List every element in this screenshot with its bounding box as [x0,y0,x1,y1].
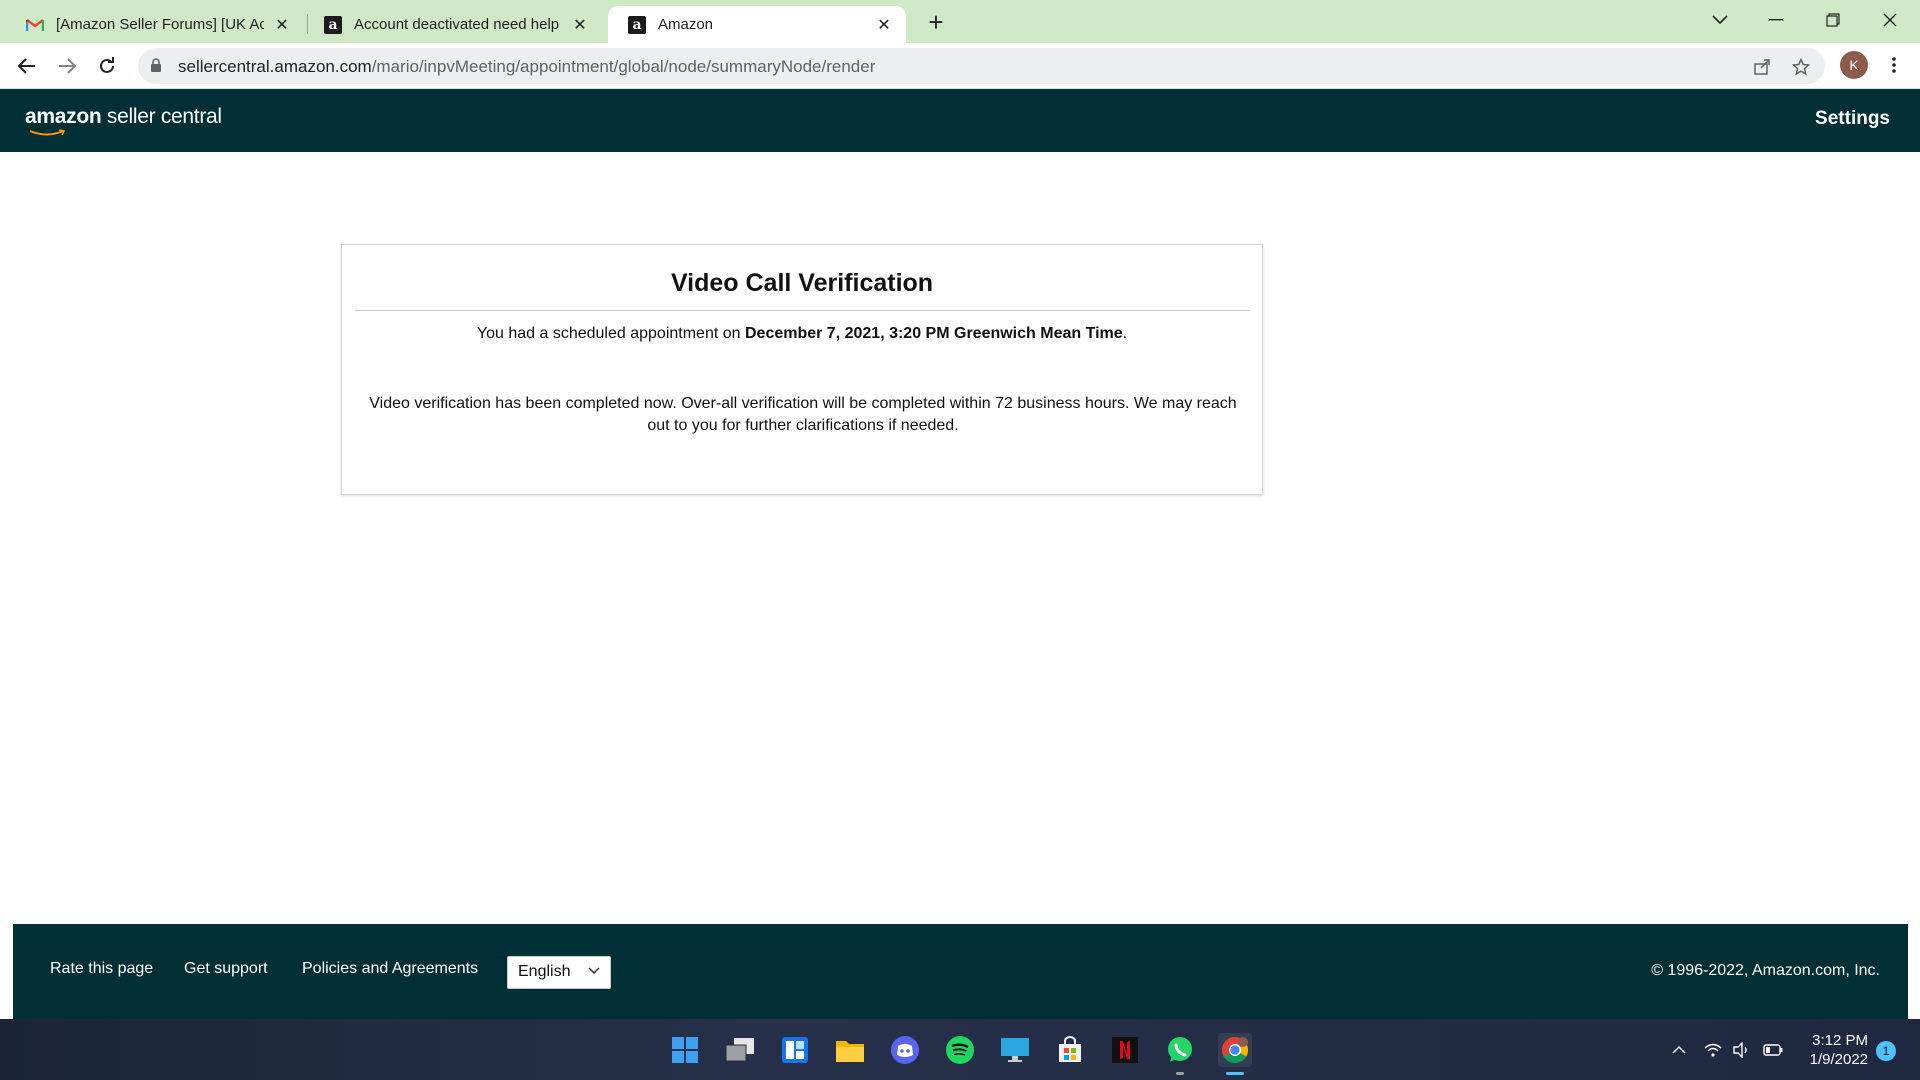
tab-title: Account deactivated need help - [354,16,562,33]
task-view-icon[interactable] [723,1033,757,1067]
minimize-button[interactable] [1748,0,1804,40]
appointment-datetime: December 7, 2021, 3:20 PM Greenwich Mean… [744,325,1123,342]
divider [355,310,1249,311]
tab-title: [Amazon Seller Forums] [UK Acco [56,16,264,33]
netflix-icon[interactable] [1108,1033,1142,1067]
appointment-prefix: You had a scheduled appointment on [476,325,745,342]
tab-title: Amazon [658,16,714,33]
rate-this-page-link[interactable]: Rate this page [50,960,153,978]
forward-arrow-icon [59,58,76,74]
logo-amazon-text: amazon [25,105,102,128]
browser-toolbar: sellercentral.amazon.com/mario/inpvMeeti… [0,43,1920,89]
tab-amazon-seller-forums[interactable]: [Amazon Seller Forums] [UK Acco ✕ [6,6,304,43]
file-explorer-icon[interactable] [833,1033,867,1067]
windows-start-icon[interactable] [668,1033,702,1067]
chrome-icon[interactable] [1218,1033,1252,1067]
verification-status-text: Video verification has been completed no… [369,395,1237,434]
chevron-up-icon[interactable] [1668,1039,1690,1061]
forward-button[interactable] [50,49,84,83]
appointment-suffix: . [1122,325,1128,342]
gmail-icon [26,16,44,34]
settings-link[interactable]: Settings [1815,108,1890,130]
get-support-link[interactable]: Get support [184,960,268,978]
language-value: English [518,963,571,980]
share-icon[interactable] [1751,56,1773,78]
amazon-icon: a [628,15,646,34]
wifi-icon[interactable] [1702,1039,1724,1061]
amazon-smile-icon [29,129,66,136]
policies-link[interactable]: Policies and Agreements [302,960,478,978]
restore-button[interactable] [1805,0,1861,40]
windows-taskbar: 3:12 PM 1/9/2022 1 [0,1019,1920,1080]
page-title: Video Call Verification [670,269,934,297]
url-host: sellercentral.amazon.com [178,57,372,76]
notification-badge[interactable]: 1 [1876,1041,1896,1061]
lock-icon[interactable] [150,58,162,78]
clock-date: 1/9/2022 [1809,1051,1868,1068]
page-footer: Rate this page Get support Policies and … [13,924,1908,1019]
amazon-seller-central-logo[interactable]: amazon seller central [25,105,222,136]
close-icon[interactable]: ✕ [874,15,894,35]
seller-central-header: amazon seller central Settings [0,89,1920,152]
tab-search-button[interactable] [1692,0,1748,40]
back-arrow-icon [18,58,35,74]
tab-amazon[interactable]: a Amazon ✕ [608,6,906,43]
tab-account-deactivated[interactable]: a Account deactivated need help - ✕ [304,6,602,43]
chevron-down-icon [588,967,600,975]
logo-seller-central-text: seller central [101,105,222,128]
more-menu-icon[interactable] [1880,51,1908,79]
amazon-icon: a [324,15,342,34]
battery-icon[interactable] [1762,1039,1784,1061]
url-path: /mario/inpvMeeting/appointment/global/no… [371,57,876,76]
copyright-text: © 1996-2022, Amazon.com, Inc. [1651,962,1880,979]
whatsapp-icon[interactable] [1163,1033,1197,1067]
address-bar[interactable]: sellercentral.amazon.com/mario/inpvMeeti… [138,48,1825,84]
clock-time: 3:12 PM [1812,1032,1868,1049]
widgets-icon[interactable] [778,1033,812,1067]
reload-icon [100,57,114,73]
close-icon[interactable]: ✕ [570,15,590,35]
discord-icon[interactable] [888,1033,922,1067]
profile-avatar[interactable]: K [1840,51,1868,79]
system-clock[interactable]: 3:12 PM 1/9/2022 [1796,1031,1868,1069]
bookmark-star-icon[interactable] [1790,56,1812,78]
browser-tab-strip: [Amazon Seller Forums] [UK Acco ✕ a Acco… [0,0,1920,43]
back-button[interactable] [10,49,44,83]
language-select[interactable]: English [507,956,611,989]
running-indicator [1176,1072,1184,1075]
close-icon[interactable]: ✕ [272,15,292,35]
volume-icon[interactable] [1730,1039,1752,1061]
microsoft-store-icon[interactable] [1053,1033,1087,1067]
active-indicator [1226,1072,1244,1075]
spotify-icon[interactable] [943,1033,977,1067]
remote-desktop-icon[interactable] [998,1033,1032,1067]
url-text: sellercentral.amazon.com/mario/inpvMeeti… [178,57,875,77]
reload-button[interactable] [90,49,124,83]
appointment-text: You had a scheduled appointment on Decem… [342,325,1262,343]
window-close-button[interactable] [1862,0,1918,40]
verification-card: Video Call Verification You had a schedu… [341,244,1263,495]
new-tab-button[interactable]: + [922,7,950,37]
